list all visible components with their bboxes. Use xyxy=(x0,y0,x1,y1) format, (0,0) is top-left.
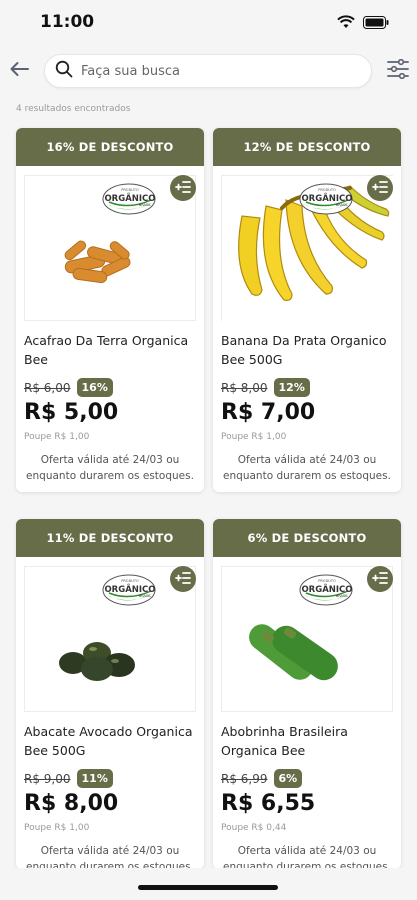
filter-button[interactable] xyxy=(386,58,410,84)
seal-top-text: PRODUTO xyxy=(318,188,336,192)
product-card[interactable]: 12% DE DESCONTO ORGÂNICO PRODUTO BRASIL xyxy=(213,128,401,492)
product-name[interactable]: Banana Da Prata Organico Bee 500G xyxy=(221,331,397,369)
price-row: R$ 8,00 12% xyxy=(221,378,310,397)
discount-header: 11% DE DESCONTO xyxy=(16,519,204,557)
savings-text: Poupe R$ 0,44 xyxy=(221,823,287,833)
organic-seal-icon: ORGÂNICO PRODUTO BRASIL xyxy=(299,183,353,215)
home-indicator[interactable] xyxy=(138,885,278,890)
filter-sliders-icon xyxy=(387,58,409,83)
discount-badge: 12% xyxy=(273,378,310,397)
product-card[interactable]: 16% DE DESCONTO ORGÂNICO PRODUTO BRASIL … xyxy=(16,128,204,492)
add-to-list-icon xyxy=(372,179,388,198)
current-price: R$ 5,00 xyxy=(24,400,119,425)
product-name[interactable]: Acafrao Da Terra Organica Bee xyxy=(24,331,200,369)
discount-header: 16% DE DESCONTO xyxy=(16,128,204,166)
old-price: R$ 8,00 xyxy=(221,380,268,395)
search-icon xyxy=(55,60,73,82)
current-price: R$ 8,00 xyxy=(24,791,119,816)
discount-badge: 11% xyxy=(76,769,113,788)
discount-header: 12% DE DESCONTO xyxy=(213,128,401,166)
old-price: R$ 9,00 xyxy=(24,771,71,786)
product-card[interactable]: 11% DE DESCONTO ORGÂNICO PRODUTO BRASIL … xyxy=(16,519,204,869)
offer-text: Oferta válida até 24/03 ou enquanto dura… xyxy=(26,454,194,482)
offer-text: Oferta válida até 24/03 ou enquanto dura… xyxy=(26,845,194,869)
add-to-list-button[interactable] xyxy=(170,566,196,592)
organic-seal-icon: ORGÂNICO PRODUTO BRASIL xyxy=(299,574,353,606)
add-to-list-button[interactable] xyxy=(170,175,196,201)
old-price: R$ 6,00 xyxy=(24,380,71,395)
product-image[interactable]: ORGÂNICO PRODUTO BRASIL xyxy=(221,175,394,322)
status-icons xyxy=(337,14,389,33)
old-price: R$ 6,99 xyxy=(221,771,268,786)
offer-text: Oferta válida até 24/03 ou enquanto dura… xyxy=(223,845,391,869)
add-to-list-button[interactable] xyxy=(367,566,393,592)
battery-icon xyxy=(363,14,389,33)
savings-text: Poupe R$ 1,00 xyxy=(24,432,90,442)
organic-seal-icon: ORGÂNICO PRODUTO BRASIL xyxy=(102,574,156,606)
add-to-list-icon xyxy=(175,570,191,589)
search-input[interactable] xyxy=(81,63,351,79)
seal-top-text: PRODUTO xyxy=(121,188,139,192)
top-bar xyxy=(0,50,417,94)
add-to-list-button[interactable] xyxy=(367,175,393,201)
bottom-area xyxy=(0,868,417,900)
seal-sub-text: BRASIL xyxy=(336,594,348,598)
product-card[interactable]: 6% DE DESCONTO ORGÂNICO PRODUTO BRASIL A… xyxy=(213,519,401,869)
product-image[interactable]: ORGÂNICO PRODUTO BRASIL xyxy=(24,175,196,321)
add-to-list-icon xyxy=(372,570,388,589)
discount-badge: 6% xyxy=(273,769,303,788)
price-row: R$ 6,99 6% xyxy=(221,769,303,788)
seal-sub-text: BRASIL xyxy=(336,203,348,207)
organic-seal-icon: ORGÂNICO PRODUTO BRASIL xyxy=(102,183,156,215)
seal-top-text: PRODUTO xyxy=(121,579,139,583)
status-time: 11:00 xyxy=(40,12,95,32)
results-count: 4 resultados encontrados xyxy=(16,104,131,114)
price-row: R$ 6,00 16% xyxy=(24,378,113,397)
current-price: R$ 6,55 xyxy=(221,791,316,816)
product-name[interactable]: Abobrinha Brasileira Organica Bee xyxy=(221,722,397,760)
search-bar[interactable] xyxy=(44,54,372,88)
product-image[interactable]: ORGÂNICO PRODUTO BRASIL xyxy=(24,566,196,712)
back-button[interactable] xyxy=(8,58,30,84)
wifi-icon xyxy=(337,14,355,33)
seal-sub-text: BRASIL xyxy=(139,594,151,598)
status-bar: 11:00 xyxy=(0,0,417,46)
savings-text: Poupe R$ 1,00 xyxy=(221,432,287,442)
discount-header: 6% DE DESCONTO xyxy=(213,519,401,557)
product-name[interactable]: Abacate Avocado Organica Bee 500G xyxy=(24,722,200,760)
add-to-list-icon xyxy=(175,179,191,198)
product-image[interactable]: ORGÂNICO PRODUTO BRASIL xyxy=(221,566,393,712)
seal-sub-text: BRASIL xyxy=(139,203,151,207)
savings-text: Poupe R$ 1,00 xyxy=(24,823,90,833)
seal-top-text: PRODUTO xyxy=(318,579,336,583)
discount-badge: 16% xyxy=(76,378,113,397)
current-price: R$ 7,00 xyxy=(221,400,316,425)
offer-text: Oferta válida até 24/03 ou enquanto dura… xyxy=(223,454,391,482)
price-row: R$ 9,00 11% xyxy=(24,769,113,788)
back-arrow-icon xyxy=(9,61,29,81)
